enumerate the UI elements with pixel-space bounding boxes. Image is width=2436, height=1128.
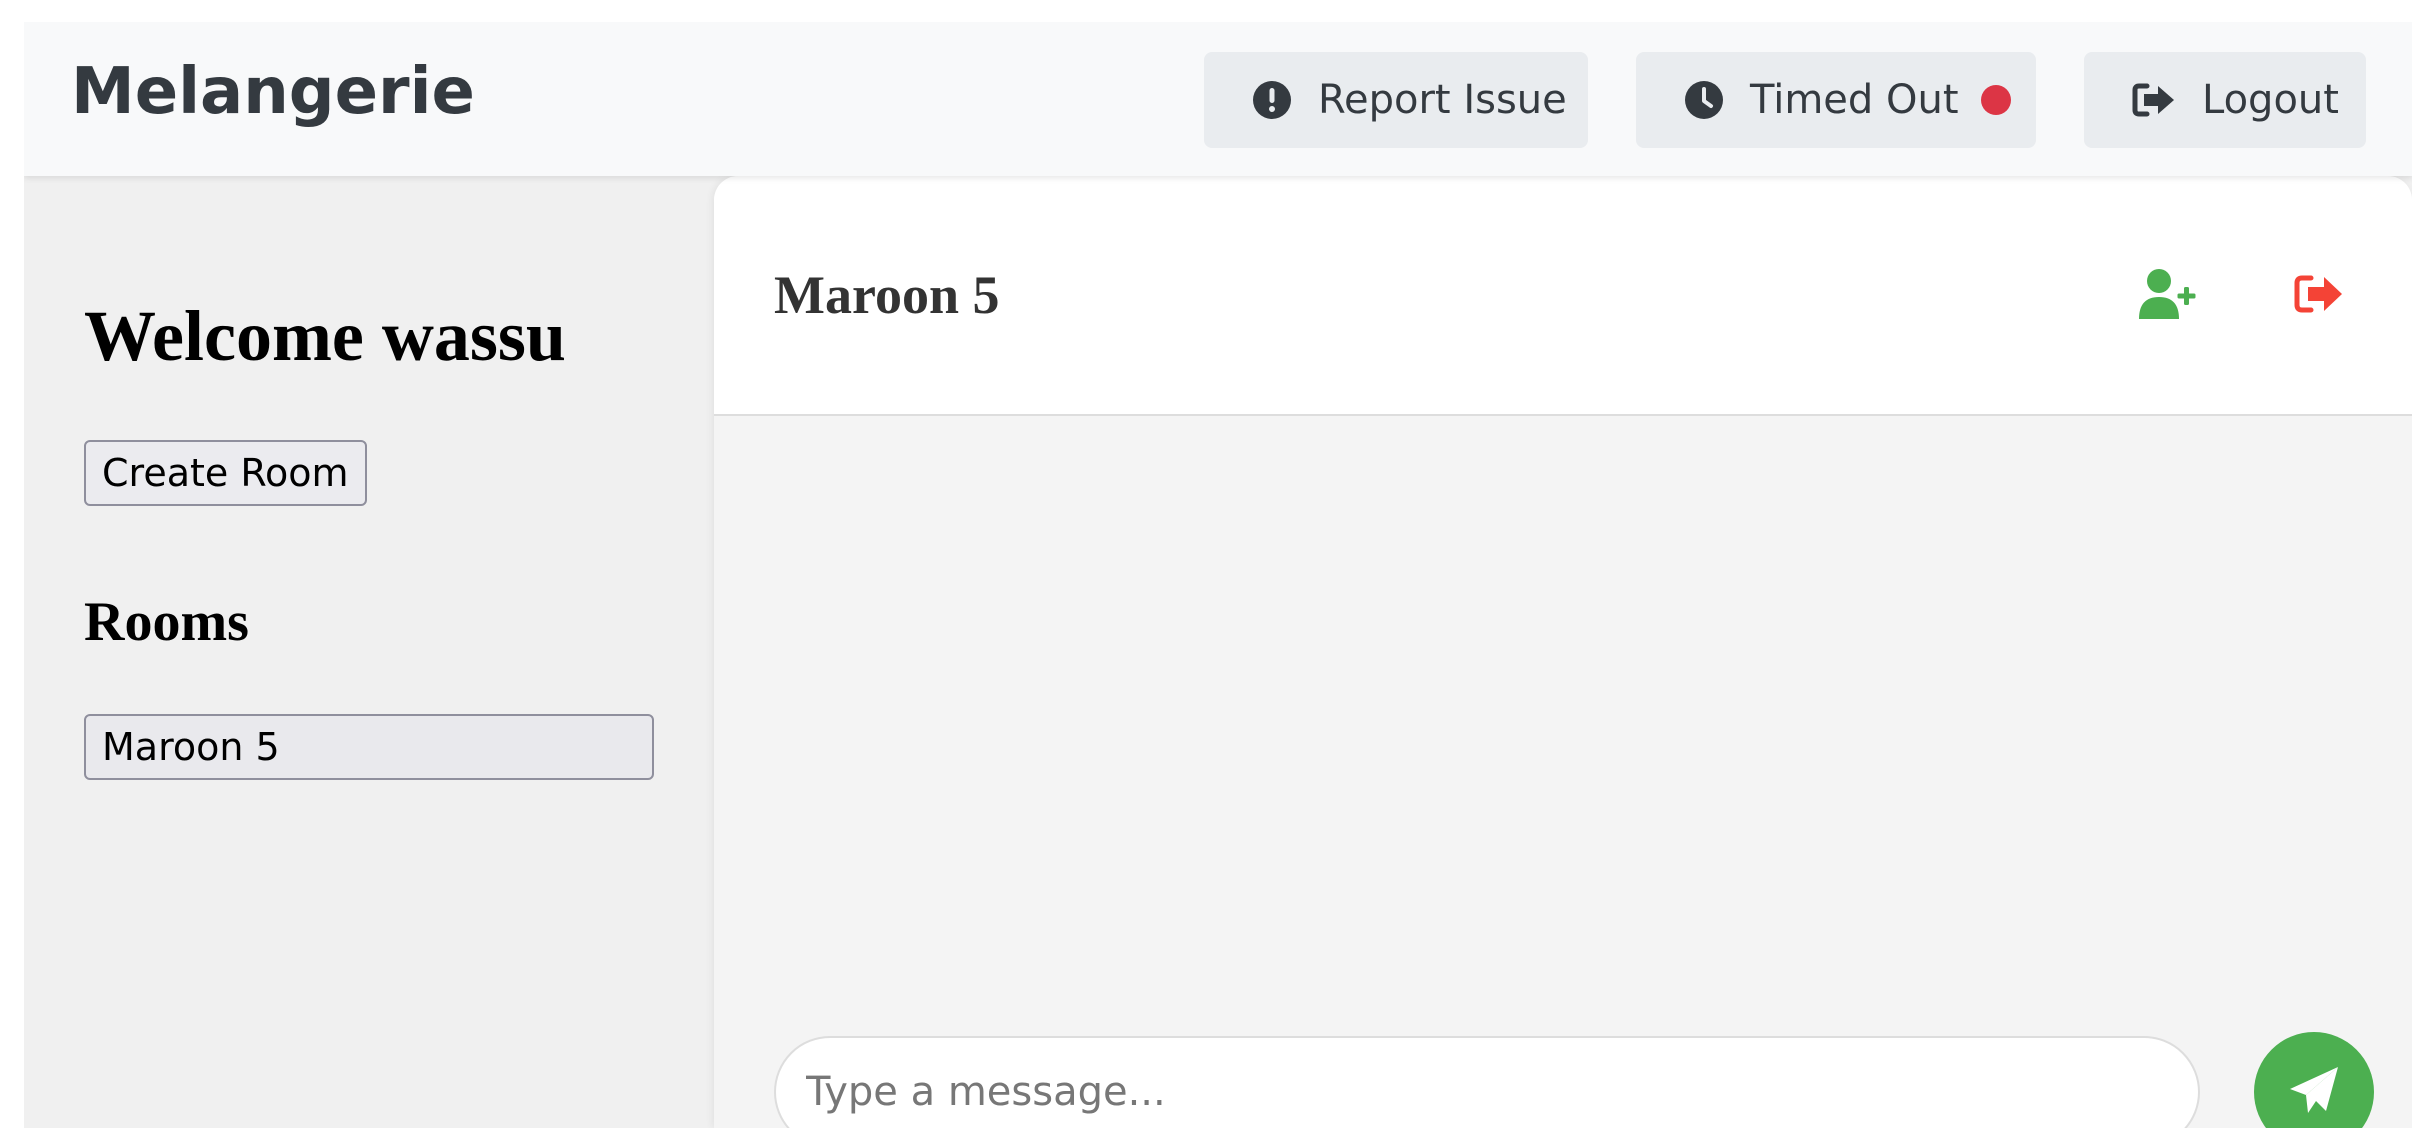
paper-plane-icon (2286, 1063, 2342, 1122)
sidebar: Welcome wassu Create Room Rooms Maroon 5 (24, 176, 714, 1128)
create-room-button[interactable]: Create Room (84, 440, 367, 506)
send-button[interactable] (2254, 1032, 2374, 1128)
message-input[interactable] (774, 1036, 2200, 1128)
exclamation-circle-icon (1252, 80, 1292, 120)
timed-out-label: Timed Out (1750, 77, 1959, 123)
chat-panel: Maroon 5 (714, 176, 2412, 1128)
clock-icon (1684, 80, 1724, 120)
status-indicator-dot (1980, 85, 2011, 115)
top-navbar: Melangerie Report Issue Timed Out Logout (24, 22, 2412, 176)
room-title: Maroon 5 (774, 265, 1000, 325)
room-item-maroon-5[interactable]: Maroon 5 (84, 714, 654, 780)
add-user-button[interactable] (2134, 266, 2204, 326)
rooms-heading: Rooms (84, 591, 249, 653)
messages-area[interactable] (714, 416, 2412, 976)
chat-header: Maroon 5 (714, 176, 2412, 416)
report-issue-label: Report Issue (1318, 77, 1567, 123)
leave-room-button[interactable] (2284, 266, 2354, 326)
logout-button[interactable]: Logout (2084, 52, 2366, 148)
brand-logo[interactable]: Melangerie (71, 60, 475, 124)
sign-out-icon (2132, 82, 2176, 118)
welcome-heading: Welcome wassu (84, 296, 566, 376)
report-issue-button[interactable]: Report Issue (1204, 52, 1588, 148)
timed-out-button[interactable]: Timed Out (1636, 52, 2036, 148)
sign-out-icon (2294, 274, 2344, 319)
app-window: Melangerie Report Issue Timed Out Logout… (24, 22, 2412, 1128)
user-plus-icon (2137, 267, 2201, 326)
logout-label: Logout (2202, 77, 2339, 123)
